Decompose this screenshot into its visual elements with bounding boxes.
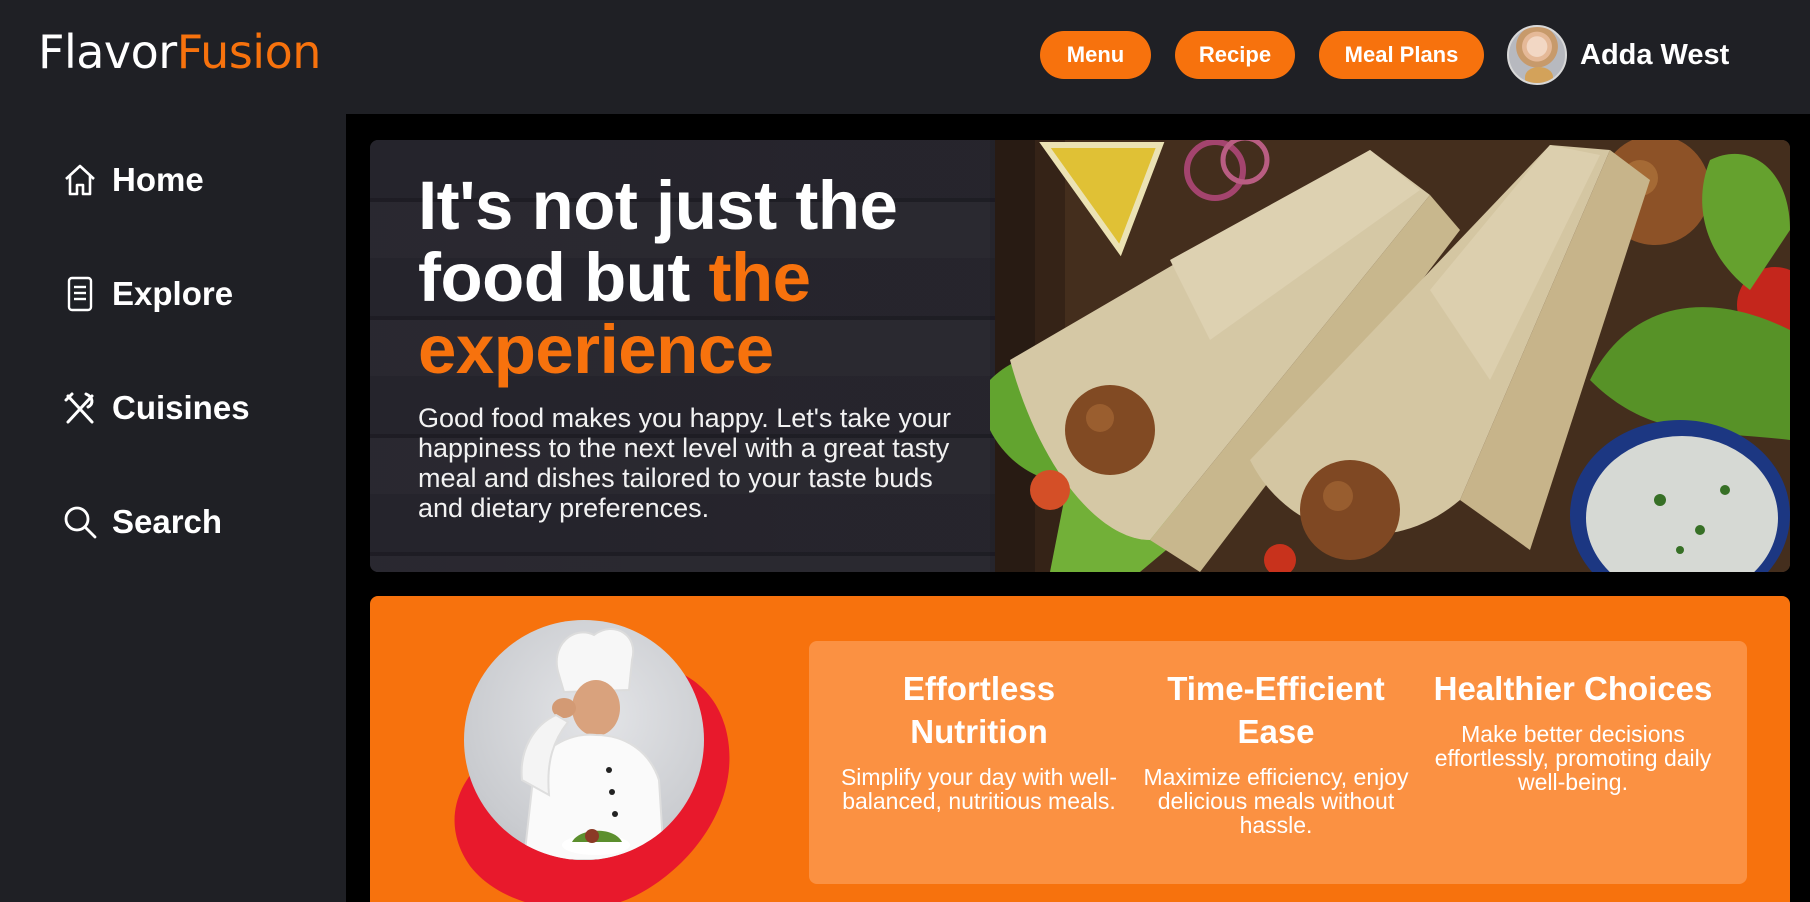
utensils-icon bbox=[64, 392, 94, 424]
document-icon bbox=[67, 276, 93, 312]
benefits-card: Effortless Nutrition Simplify your day w… bbox=[809, 641, 1747, 884]
hero-title-highlight-the: the bbox=[708, 239, 812, 316]
hero-title-line1: It's not just the bbox=[418, 167, 898, 244]
sidebar-item-label: Search bbox=[112, 503, 223, 540]
sidebar-item-label: Home bbox=[112, 161, 204, 198]
sidebar-item-home[interactable]: Home bbox=[60, 156, 204, 204]
user-name[interactable]: Adda West bbox=[1580, 37, 1729, 73]
meal-plans-button[interactable]: Meal Plans bbox=[1319, 31, 1484, 79]
feature-title: Healthier Choices bbox=[1433, 670, 1713, 707]
sidebar-item-cuisines[interactable]: Cuisines bbox=[60, 384, 250, 432]
logo-part-flavor: Flavor bbox=[38, 25, 177, 79]
feature-text: Simplify your day with well-balanced, nu… bbox=[840, 764, 1118, 814]
search-icon bbox=[64, 506, 97, 539]
sidebar-item-search[interactable]: Search bbox=[60, 498, 222, 546]
chef-illustration bbox=[520, 628, 666, 860]
hero-banner: It's not just the food but the experienc… bbox=[370, 140, 1790, 572]
feature-healthier-choices: Healthier Choices Make better decisions … bbox=[1433, 667, 1713, 794]
hero-title-highlight-experience: experience bbox=[418, 311, 774, 388]
home-icon bbox=[65, 164, 95, 196]
feature-effortless-nutrition: Effortless Nutrition Simplify your day w… bbox=[839, 667, 1119, 813]
top-header: FlavorFusion Menu Recipe Meal Plans Adda… bbox=[0, 0, 1810, 114]
feature-text: Make better decisions effortlessly, prom… bbox=[1434, 721, 1712, 795]
sidebar-item-label: Explore bbox=[112, 275, 234, 312]
feature-title: Time-Efficient Ease bbox=[1167, 670, 1385, 750]
app-logo[interactable]: FlavorFusion bbox=[38, 24, 321, 80]
features-section: Effortless Nutrition Simplify your day w… bbox=[370, 596, 1790, 902]
feature-time-efficient-ease: Time-Efficient Ease Maximize efficiency,… bbox=[1136, 667, 1416, 837]
chef-image bbox=[464, 620, 704, 860]
user-avatar[interactable] bbox=[1507, 25, 1567, 85]
feature-title: Effortless Nutrition bbox=[902, 670, 1056, 750]
hero-subtitle: Good food makes you happy. Let's take yo… bbox=[418, 403, 951, 523]
wraps-food-image bbox=[990, 140, 1790, 572]
hero-title: It's not just the food but the experienc… bbox=[418, 170, 978, 386]
sidebar: Home Explore Cuisines Search bbox=[0, 114, 346, 902]
menu-button[interactable]: Menu bbox=[1040, 31, 1151, 79]
logo-part-fusion: Fusion bbox=[176, 25, 322, 79]
sidebar-item-label: Cuisines bbox=[112, 389, 250, 426]
sidebar-item-explore[interactable]: Explore bbox=[60, 270, 233, 318]
recipe-button[interactable]: Recipe bbox=[1175, 31, 1295, 79]
feature-text: Maximize efficiency, enjoy delicious mea… bbox=[1143, 764, 1409, 838]
hero-title-line2: food but bbox=[418, 239, 709, 316]
